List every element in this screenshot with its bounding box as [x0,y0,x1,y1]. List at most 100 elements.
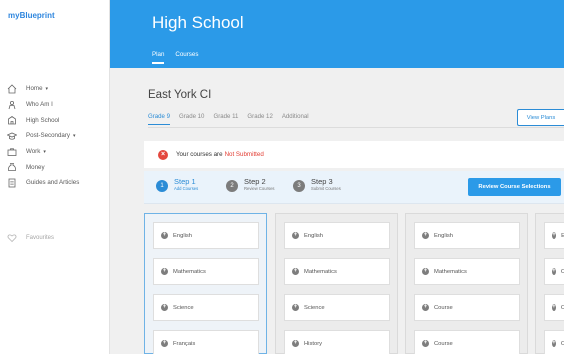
tab-grade-9[interactable]: Grade 9 [148,113,171,125]
app-logo[interactable]: myBlueprint [8,11,55,20]
add-icon: + [292,304,299,311]
course-card[interactable]: + Mathematics [414,258,520,285]
step-2[interactable]: 2 Step 2 Review Courses [226,177,275,192]
course-card[interactable]: + English [153,222,259,249]
sidebar-item-label: Favourites [26,235,55,241]
course-card[interactable]: + Course [414,330,520,354]
step-number: 3 [293,180,305,192]
heart-icon [6,233,18,243]
tab-grade-12[interactable]: Grade 12 [247,113,272,125]
sidebar-item-money[interactable]: Money [6,159,108,175]
course-card[interactable]: + English [284,222,390,249]
sidebar-item-label: Who Am I [26,101,53,109]
add-icon: + [552,232,557,239]
add-icon: + [161,232,168,239]
add-icon: + [292,232,299,239]
course-column: + English + Mathematics + Course + Cours… [405,213,528,354]
sidebar-item-label: High School [26,116,60,124]
add-icon: + [552,340,556,347]
chevron-down-icon: ▾ [45,85,49,92]
step-1[interactable]: 1 Step 1 Add Courses [156,177,198,192]
sidebar-item-who-am-i[interactable]: Who Am I [6,97,108,113]
course-label: English [434,232,454,239]
add-icon: + [292,340,299,347]
course-label: Mathematics [304,268,337,275]
sidebar-item-label: Work [26,148,41,156]
sidebar-item-high-school[interactable]: High School [6,112,108,128]
add-icon: + [422,340,429,347]
step-title: Step 1 [174,177,196,186]
add-icon: + [552,268,556,275]
step-number: 1 [156,180,168,192]
sidebar-item-post-secondary[interactable]: Post-Secondary ▾ [6,128,108,144]
step-title: Step 2 [244,177,266,186]
course-column: + English + Mathematics + Science + Hist… [275,213,398,354]
tab-courses[interactable]: Courses [175,51,198,63]
course-card[interactable]: + E [544,222,564,249]
tab-plan[interactable]: Plan [152,51,165,64]
course-label: Science [304,304,325,311]
add-icon: + [422,232,429,239]
course-label: Course [434,304,453,311]
step-3[interactable]: 3 Step 3 Submit Courses [293,177,341,192]
course-label: English [173,232,193,239]
course-label: Course [434,340,453,347]
person-icon [6,100,18,110]
course-card[interactable]: + C [544,258,564,285]
status-text: Your courses are [176,151,223,158]
document-icon [6,178,18,188]
course-label: Mathematics [173,268,206,275]
tab-additional[interactable]: Additional [282,113,309,125]
sidebar-item-home[interactable]: Home ▾ [6,81,108,97]
review-course-selections-button[interactable]: Review Course Selections [468,178,561,196]
status-value: Not Submitted [224,151,264,158]
course-card[interactable]: + Course [414,294,520,321]
add-icon: + [422,268,429,275]
step-subtitle: Review Courses [244,186,275,191]
course-card[interactable]: + Mathematics [284,258,390,285]
money-bag-icon [6,162,18,172]
course-card[interactable]: + C [544,330,564,354]
page-title: High School [152,13,244,32]
view-plans-button[interactable]: View Plans [517,109,564,126]
course-column: + E + C + C + C [535,213,564,354]
course-card[interactable]: + English [414,222,520,249]
step-subtitle: Add Courses [174,186,199,191]
sidebar-item-label: Guides and Articles [26,179,80,187]
course-label: History [304,340,323,347]
sidebar-item-label: Home [26,85,43,93]
briefcase-icon [6,147,18,157]
sidebar-item-favourites[interactable]: Favourites [6,233,54,243]
page-header: High School Plan Courses [110,0,564,68]
chevron-down-icon: ▾ [73,132,76,139]
sidebar: myBlueprint Home ▾ Who Am I High School [0,0,110,354]
add-icon: + [422,304,429,311]
tab-grade-10[interactable]: Grade 10 [179,113,204,125]
graduation-cap-icon [6,131,18,141]
course-label: Français [173,340,196,347]
course-card[interactable]: + Science [284,294,390,321]
course-column: + English + Mathematics + Science + Fran… [144,213,267,354]
course-card[interactable]: + C [544,294,564,321]
add-icon: + [161,304,168,311]
sidebar-item-label: Money [26,163,45,171]
course-label: English [304,232,324,239]
school-name: East York CI [148,89,212,101]
step-subtitle: Submit Courses [311,186,341,191]
chevron-down-icon: ▾ [43,148,46,155]
error-icon: × [158,149,168,160]
course-card[interactable]: + Science [153,294,259,321]
header-tabs: Plan Courses [152,51,209,64]
building-icon [6,115,18,125]
add-icon: + [552,304,556,311]
course-label: Mathematics [434,268,467,275]
course-card[interactable]: + Mathematics [153,258,259,285]
sidebar-item-work[interactable]: Work ▾ [6,144,108,160]
course-card[interactable]: + History [284,330,390,354]
submission-status-banner: × Your courses are Not Submitted [144,141,564,168]
add-icon: + [292,268,299,275]
sidebar-item-guides[interactable]: Guides and Articles [6,175,108,191]
add-icon: + [161,268,168,275]
tab-grade-11[interactable]: Grade 11 [213,113,238,125]
course-card[interactable]: + Français [153,330,259,354]
